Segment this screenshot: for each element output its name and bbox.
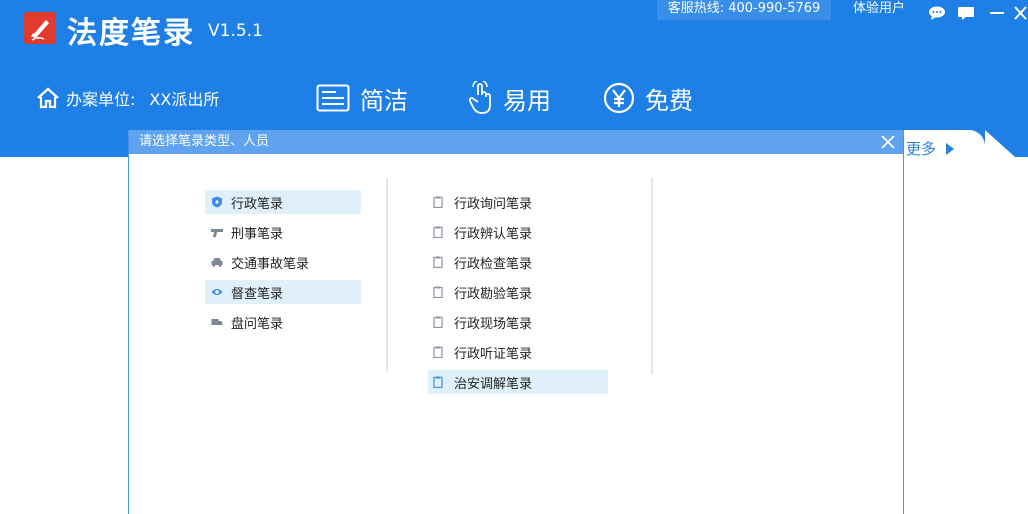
app-name: 法度笔录 <box>67 16 195 51</box>
record-type-admin[interactable]: 行政笔录 <box>205 190 361 214</box>
record-type-label: 刑事笔录 <box>231 226 284 242</box>
record-item[interactable]: 行政询问笔录 <box>428 190 608 214</box>
column-divider <box>386 178 388 372</box>
car-icon <box>211 258 223 267</box>
record-type-inspection[interactable]: 督查笔录 <box>205 280 361 304</box>
eye-icon <box>211 289 223 295</box>
record-type-traffic[interactable]: 交通事故笔录 <box>205 250 361 274</box>
feature-simple-label: 简洁 <box>360 86 408 115</box>
record-item[interactable]: 行政检查笔录 <box>428 250 608 274</box>
pen-icon <box>31 20 49 41</box>
gun-icon <box>211 229 223 237</box>
feature-free: 免费 <box>603 80 693 116</box>
clipboard-icon <box>433 196 443 208</box>
feature-easy-label: 易用 <box>503 86 551 115</box>
clipboard-icon <box>433 256 443 268</box>
feature-easy: 易用 <box>469 80 551 116</box>
window-close-icon[interactable] <box>1013 6 1028 20</box>
clipboard-icon <box>433 316 443 328</box>
record-item[interactable]: 行政现场笔录 <box>428 310 608 334</box>
play-arrow-icon <box>946 142 955 155</box>
record-type-dialog: 请选择笔录类型、人员 行政笔录 刑事笔录 交通事故笔录 督查笔录 盘问笔录 行政… <box>128 130 904 514</box>
record-label: 行政现场笔录 <box>454 316 533 332</box>
record-type-criminal[interactable]: 刑事笔录 <box>205 220 361 244</box>
clipboard-icon <box>433 286 443 298</box>
trial-user-link[interactable]: 体验用户 <box>853 0 905 18</box>
tap-hand-icon <box>469 81 491 114</box>
more-label: 更多 <box>906 140 937 158</box>
record-list: 行政询问笔录 行政辨认笔录 行政检查笔录 行政勘验笔录 行政现场笔录 行政听证笔… <box>428 190 608 400</box>
more-link[interactable]: 更多 <box>906 138 955 159</box>
record-item[interactable]: 行政勘验笔录 <box>428 280 608 304</box>
app-logo <box>24 12 56 44</box>
minimize-icon[interactable] <box>988 6 1006 20</box>
app-version: V1.5.1 <box>208 21 263 41</box>
record-label: 行政询问笔录 <box>454 196 533 212</box>
org-label: 办案单位: <box>66 90 136 109</box>
clipboard-icon <box>433 376 443 388</box>
org-info: 办案单位: XX派出所 <box>36 86 219 110</box>
document-lines-icon <box>316 84 350 112</box>
feature-simple: 简洁 <box>316 80 408 116</box>
record-label: 治安调解笔录 <box>454 376 533 392</box>
clipboard-icon <box>433 346 443 358</box>
column-divider <box>651 178 653 374</box>
dialog-title: 请选择笔录类型、人员 <box>139 134 270 149</box>
record-item[interactable]: 行政听证笔录 <box>428 340 608 364</box>
hotline-number: 400-990-5769 <box>728 1 821 16</box>
dialog-title-bar: 请选择笔录类型、人员 <box>129 130 903 154</box>
record-label: 行政勘验笔录 <box>454 286 533 302</box>
shield-icon <box>212 196 222 208</box>
record-label: 行政检查笔录 <box>454 256 533 272</box>
home-icon <box>37 87 59 109</box>
record-type-interrogation[interactable]: 盘问笔录 <box>205 310 361 334</box>
message-icon[interactable] <box>957 6 975 20</box>
hotline-label: 客服热线: <box>667 1 725 16</box>
record-label: 行政听证笔录 <box>454 346 533 362</box>
org-value: XX派出所 <box>149 90 220 109</box>
hotline: 客服热线: 400-990-5769 <box>657 0 831 20</box>
record-type-label: 行政笔录 <box>231 196 284 212</box>
clipboard-icon <box>433 226 443 238</box>
record-type-label: 盘问笔录 <box>231 316 284 332</box>
record-label: 行政辨认笔录 <box>454 226 533 242</box>
close-icon[interactable] <box>879 133 897 151</box>
yen-circle-icon <box>603 82 635 114</box>
record-type-list: 行政笔录 刑事笔录 交通事故笔录 督查笔录 盘问笔录 <box>205 190 361 340</box>
feature-free-label: 免费 <box>645 86 693 115</box>
truck-icon <box>211 319 223 325</box>
record-item-selected[interactable]: 治安调解笔录 <box>428 370 608 394</box>
record-type-label: 督查笔录 <box>231 286 284 302</box>
record-type-label: 交通事故笔录 <box>231 256 310 272</box>
record-item[interactable]: 行政辨认笔录 <box>428 220 608 244</box>
chat-icon[interactable] <box>928 6 946 20</box>
